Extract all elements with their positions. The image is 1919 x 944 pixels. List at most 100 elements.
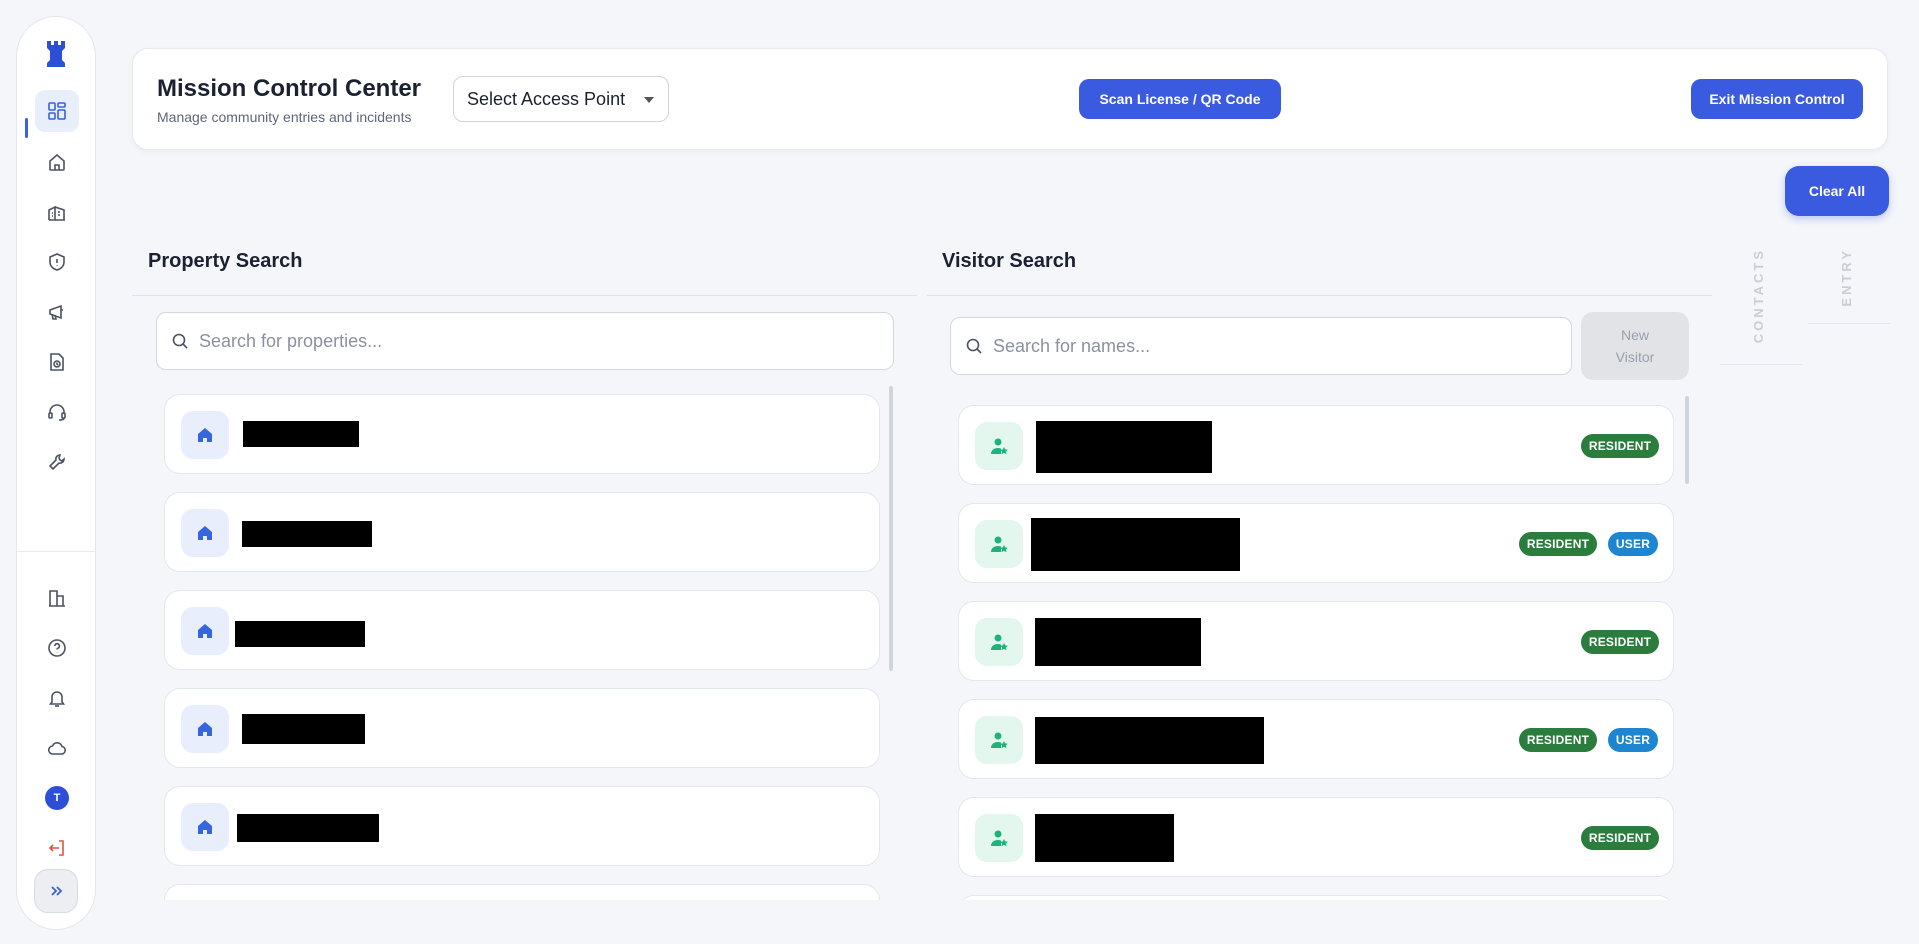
property-list-item[interactable] <box>164 786 880 866</box>
nav-home[interactable] <box>35 141 79 183</box>
property-search-title: Property Search <box>148 250 303 272</box>
dashboard-icon <box>48 102 66 120</box>
headset-icon <box>48 404 66 421</box>
page-title: Mission Control Center <box>157 75 422 102</box>
resident-user-icon <box>975 618 1023 666</box>
resident-badge: RESIDENT <box>1519 728 1597 752</box>
nav-cloud[interactable] <box>35 727 79 769</box>
property-house-icon <box>181 411 229 459</box>
user-badge: USER <box>1608 532 1658 556</box>
access-point-value: Select Access Point <box>467 88 626 109</box>
home-icon <box>49 153 65 171</box>
property-list-item[interactable] <box>164 492 880 572</box>
resident-user-icon <box>975 422 1023 470</box>
property-list-item[interactable] <box>164 688 880 768</box>
nav-support[interactable] <box>35 391 79 433</box>
resident-badge: RESIDENT <box>1519 532 1597 556</box>
visitor-list-scrollbar[interactable] <box>1685 396 1689 484</box>
tab-contacts[interactable]: CONTACTS <box>1751 248 1766 343</box>
redacted-property-name <box>235 621 365 647</box>
redacted-property-name <box>237 814 379 842</box>
nav-logout[interactable] <box>35 827 79 869</box>
visitor-search-box[interactable] <box>950 317 1572 375</box>
visitor-list-item[interactable]: RESIDENT <box>958 601 1674 681</box>
property-list-scrollbar[interactable] <box>889 386 893 671</box>
user-badge: USER <box>1608 728 1658 752</box>
nav-analytics[interactable] <box>35 577 79 619</box>
chart-icon <box>49 590 65 607</box>
shield-icon <box>49 253 65 271</box>
property-list-item[interactable] <box>164 590 880 670</box>
visitor-list-item[interactable]: RESIDENT USER <box>958 503 1674 583</box>
property-list-item[interactable] <box>164 394 880 474</box>
resident-badge: RESIDENT <box>1581 630 1659 654</box>
scan-license-button[interactable]: Scan License / QR Code <box>1079 79 1281 119</box>
access-point-select[interactable]: Select Access Point <box>453 76 669 122</box>
redacted-visitor-name <box>1035 814 1174 862</box>
redacted-property-name <box>243 421 359 447</box>
redacted-visitor-name <box>1036 421 1212 473</box>
rook-logo-icon[interactable] <box>41 35 71 71</box>
resident-badge: RESIDENT <box>1581 826 1659 850</box>
resident-user-icon <box>975 814 1023 862</box>
mission-control-header: Mission Control Center Manage community … <box>132 48 1888 150</box>
active-nav-indicator <box>25 118 28 138</box>
visitor-search-divider <box>927 295 1712 296</box>
nav-security[interactable] <box>35 241 79 283</box>
chevrons-right-icon <box>51 886 63 896</box>
megaphone-icon <box>49 304 63 320</box>
nav-announcements[interactable] <box>35 291 79 333</box>
resident-user-icon <box>975 520 1023 568</box>
document-clock-icon <box>50 353 64 371</box>
bottom-overflow-mask <box>132 900 1692 944</box>
redacted-visitor-name <box>1035 717 1264 764</box>
nav-help[interactable] <box>35 627 79 669</box>
logout-icon <box>48 840 64 856</box>
tab-entry-divider <box>1808 323 1890 324</box>
nav-profile[interactable]: T <box>35 777 79 819</box>
new-visitor-label-line2: Visitor <box>1615 349 1655 365</box>
cloud-icon <box>47 742 66 755</box>
help-icon <box>48 639 66 657</box>
bell-icon <box>48 691 66 707</box>
visitor-search-input[interactable] <box>993 335 1539 357</box>
property-house-icon <box>181 607 229 655</box>
redacted-visitor-name <box>1031 518 1240 571</box>
caret-down-icon <box>644 97 654 103</box>
nav-buildings[interactable] <box>35 191 79 233</box>
visitor-list-item[interactable]: RESIDENT <box>958 405 1674 485</box>
resident-user-icon <box>975 716 1023 764</box>
property-search-box[interactable] <box>156 312 894 370</box>
clear-all-button[interactable]: Clear All <box>1785 166 1889 216</box>
exit-mission-control-button[interactable]: Exit Mission Control <box>1691 79 1863 119</box>
redacted-visitor-name <box>1035 618 1201 666</box>
page-subtitle: Manage community entries and incidents <box>157 109 412 125</box>
visitor-list-item[interactable]: RESIDENT USER <box>958 699 1674 779</box>
resident-badge: RESIDENT <box>1581 434 1659 458</box>
nav-reports[interactable] <box>35 341 79 383</box>
new-visitor-label-line1: New <box>1620 327 1649 343</box>
buildings-icon <box>48 205 65 221</box>
wrench-icon <box>48 454 65 471</box>
nav-dashboard[interactable] <box>35 90 79 132</box>
tab-entry[interactable]: ENTRY <box>1839 248 1854 307</box>
redacted-property-name <box>242 521 372 547</box>
property-house-icon <box>181 803 229 851</box>
expand-sidebar-button[interactable] <box>34 869 78 913</box>
search-icon <box>172 333 188 349</box>
visitor-list-item[interactable]: RESIDENT <box>958 797 1674 877</box>
tab-contacts-divider <box>1720 364 1802 365</box>
visitor-search-title: Visitor Search <box>942 250 1077 272</box>
new-visitor-button[interactable]: New Visitor <box>1581 312 1689 380</box>
property-house-icon <box>181 705 229 753</box>
redacted-property-name <box>242 714 365 744</box>
sidebar-divider <box>17 551 95 552</box>
avatar: T <box>45 786 69 810</box>
nav-maintenance[interactable] <box>35 441 79 483</box>
property-house-icon <box>181 509 229 557</box>
property-search-divider <box>132 295 917 296</box>
nav-notifications[interactable] <box>35 677 79 719</box>
property-search-input[interactable] <box>199 330 849 352</box>
sidebar: T <box>16 16 96 930</box>
search-icon <box>966 338 982 354</box>
